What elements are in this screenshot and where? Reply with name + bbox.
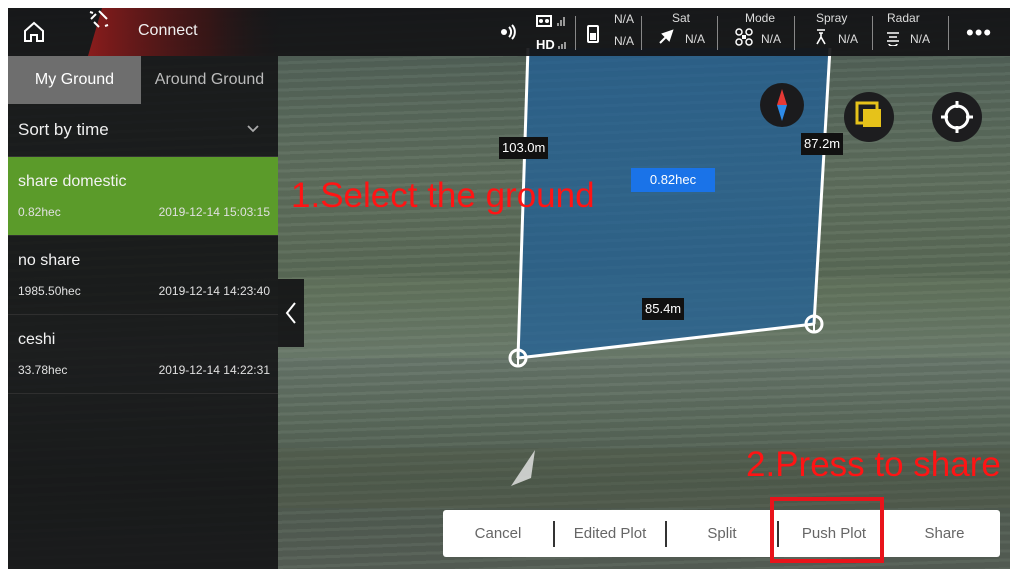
connect-tab[interactable]: Connect [88, 8, 288, 56]
divider [948, 16, 949, 50]
battery-icon [587, 25, 599, 43]
sat-value: N/A [685, 32, 706, 46]
ground-list-panel: My Ground Around Ground Sort by time sha… [8, 56, 278, 569]
home-button[interactable] [20, 18, 48, 46]
ground-list-item[interactable]: share domestic 0.82hec 2019-12-14 15:03:… [8, 157, 278, 236]
sort-dropdown[interactable]: Sort by time [8, 104, 278, 157]
spray-icon [816, 29, 826, 45]
mode-stat: Mode N/A [717, 8, 795, 56]
compass-icon [777, 89, 787, 121]
ground-area: 0.82hec [18, 205, 61, 219]
edge-length-bottom: 85.4m [642, 298, 685, 320]
ground-time: 2019-12-14 14:22:31 [158, 363, 270, 377]
map-stalk [511, 450, 535, 486]
collapse-panel-button[interactable] [278, 279, 304, 347]
hd-signal-bars-icon [558, 42, 566, 49]
app-window: 103.0m 87.2m 85.4m 0.82hec Connect HD N/… [8, 8, 1010, 569]
ground-list-item[interactable]: ceshi 33.78hec 2019-12-14 14:22:31 [8, 315, 278, 394]
ground-list-item[interactable]: no share 1985.50hec 2019-12-14 14:23:40 [8, 236, 278, 315]
hd-signal-label: HD [536, 37, 555, 52]
ground-name: ceshi [18, 331, 56, 348]
tab-my-ground[interactable]: My Ground [8, 56, 141, 104]
plot-area-tag: 0.82hec [631, 168, 715, 192]
edited-plot-button[interactable]: Edited Plot [555, 510, 665, 557]
link-broken-icon [89, 10, 109, 28]
battery-value-bottom: N/A [614, 34, 635, 48]
ground-name: share domestic [18, 173, 127, 190]
ground-area: 33.78hec [18, 363, 68, 377]
layer-toggle-button[interactable] [844, 92, 894, 142]
ground-area: 1985.50hec [18, 284, 81, 298]
radar-stat: Radar N/A [872, 8, 950, 56]
satellite-icon [659, 29, 674, 44]
connect-label: Connect [138, 22, 198, 39]
chevron-left-icon [285, 302, 296, 324]
sort-label: Sort by time [18, 120, 109, 139]
drone-link-icon [536, 15, 565, 27]
drone-icon [735, 28, 753, 46]
radar-icon [887, 32, 899, 46]
edge-length-left: 103.0m [499, 137, 549, 159]
locate-button[interactable] [932, 92, 982, 142]
spray-value: N/A [838, 32, 859, 46]
chevron-down-icon [247, 125, 259, 133]
top-status-bar: Connect HD N/A N/A Sat N/A Mode N/A Spra… [8, 8, 1010, 56]
cancel-button[interactable]: Cancel [443, 510, 553, 557]
more-menu-button[interactable]: ••• [966, 20, 992, 46]
share-button[interactable]: Share [889, 510, 1000, 557]
spray-stat: Spray N/A [794, 8, 872, 56]
radar-label: Radar [887, 11, 920, 25]
annotation-step1: 1.Select the ground [291, 176, 595, 215]
rc-signal-icon [501, 24, 516, 40]
sat-label: Sat [672, 11, 691, 25]
compass-button[interactable] [760, 83, 804, 127]
mode-value: N/A [761, 32, 782, 46]
ground-name: no share [18, 252, 81, 269]
radar-value: N/A [910, 32, 931, 46]
layers-icon [855, 101, 881, 127]
highlight-box [770, 497, 884, 563]
ground-time: 2019-12-14 14:23:40 [158, 284, 270, 298]
ground-time: 2019-12-14 15:03:15 [158, 205, 270, 219]
battery-value-top: N/A [614, 12, 635, 26]
sat-stat: Sat N/A [641, 8, 719, 56]
crosshair-icon [941, 101, 973, 133]
mode-label: Mode [745, 11, 776, 25]
home-icon [24, 21, 44, 42]
divider [575, 16, 576, 50]
split-button[interactable]: Split [667, 510, 777, 557]
spray-label: Spray [816, 11, 848, 25]
edge-length-right: 87.2m [801, 133, 844, 155]
tab-around-ground[interactable]: Around Ground [141, 56, 278, 104]
plot-action-bar: Cancel Edited Plot Split Push Plot Share [443, 510, 1000, 557]
annotation-step2: 2.Press to share [746, 445, 1001, 484]
